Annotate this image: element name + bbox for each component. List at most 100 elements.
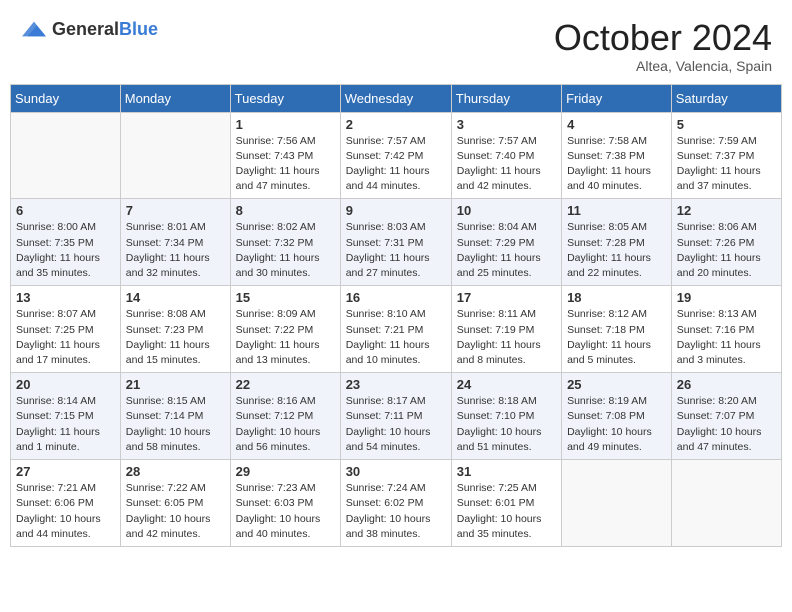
calendar-day-cell: [671, 460, 781, 547]
calendar-day-cell: 21 Sunrise: 8:15 AM Sunset: 7:14 PM Dayli…: [120, 373, 230, 460]
day-info: Sunrise: 8:19 AM Sunset: 7:08 PM Dayligh…: [567, 394, 666, 455]
day-info: Sunrise: 8:12 AM Sunset: 7:18 PM Dayligh…: [567, 307, 666, 368]
day-header-tuesday: Tuesday: [230, 84, 340, 112]
calendar-day-cell: 17Sunrise: 8:11 AM Sunset: 7:19 PM Dayli…: [451, 286, 561, 373]
day-info: Sunrise: 8:16 AM Sunset: 7:12 PM Dayligh…: [236, 394, 335, 455]
day-info: Sunrise: 7:59 AM Sunset: 7:37 PM Dayligh…: [677, 134, 776, 195]
month-title: October 2024: [554, 18, 772, 58]
day-number: 1: [236, 117, 335, 132]
title-area: October 2024 Altea, Valencia, Spain: [554, 18, 772, 74]
day-number: 31: [457, 464, 556, 479]
calendar-day-cell: 9 Sunrise: 8:03 AM Sunset: 7:31 PM Daylig…: [340, 199, 451, 286]
page-header: GeneralBlue October 2024 Altea, Valencia…: [10, 10, 782, 78]
day-info: Sunrise: 8:09 AM Sunset: 7:22 PM Dayligh…: [236, 307, 335, 368]
calendar-day-cell: 20 Sunrise: 8:14 AM Sunset: 7:15 PM Dayli…: [11, 373, 121, 460]
day-number: 4: [567, 117, 666, 132]
day-number: 13: [16, 290, 115, 305]
day-info: Sunrise: 7:57 AM Sunset: 7:42 PM Dayligh…: [346, 134, 446, 195]
day-number: 7: [126, 203, 225, 218]
day-info: Sunrise: 8:18 AM Sunset: 7:10 PM Dayligh…: [457, 394, 556, 455]
calendar-day-cell: 28Sunrise: 7:22 AM Sunset: 6:05 PM Dayli…: [120, 460, 230, 547]
day-info: Sunrise: 8:10 AM Sunset: 7:21 PM Dayligh…: [346, 307, 446, 368]
day-number: 21: [126, 377, 225, 392]
day-header-wednesday: Wednesday: [340, 84, 451, 112]
day-number: 23: [346, 377, 446, 392]
day-info: Sunrise: 8:06 AM Sunset: 7:26 PM Dayligh…: [677, 220, 776, 281]
calendar-day-cell: 11 Sunrise: 8:05 AM Sunset: 7:28 PM Dayli…: [562, 199, 672, 286]
day-info: Sunrise: 8:01 AM Sunset: 7:34 PM Dayligh…: [126, 220, 225, 281]
day-info: Sunrise: 8:03 AM Sunset: 7:31 PM Dayligh…: [346, 220, 446, 281]
day-number: 14: [126, 290, 225, 305]
calendar-day-cell: 18 Sunrise: 8:12 AM Sunset: 7:18 PM Dayli…: [562, 286, 672, 373]
day-number: 30: [346, 464, 446, 479]
calendar-day-cell: 1 Sunrise: 7:56 AM Sunset: 7:43 PM Daylig…: [230, 112, 340, 199]
calendar-day-cell: 12 Sunrise: 8:06 AM Sunset: 7:26 PM Dayli…: [671, 199, 781, 286]
day-number: 24: [457, 377, 556, 392]
calendar-day-cell: 30 Sunrise: 7:24 AM Sunset: 6:02 PM Dayli…: [340, 460, 451, 547]
day-info: Sunrise: 7:57 AM Sunset: 7:40 PM Dayligh…: [457, 134, 556, 195]
day-number: 28: [126, 464, 225, 479]
calendar-day-cell: 2 Sunrise: 7:57 AM Sunset: 7:42 PM Daylig…: [340, 112, 451, 199]
day-info: Sunrise: 8:02 AM Sunset: 7:32 PM Dayligh…: [236, 220, 335, 281]
calendar-day-cell: 29Sunrise: 7:23 AM Sunset: 6:03 PM Dayli…: [230, 460, 340, 547]
calendar-day-cell: 13 Sunrise: 8:07 AM Sunset: 7:25 PM Dayli…: [11, 286, 121, 373]
day-info: Sunrise: 8:11 AM Sunset: 7:19 PM Dayligh…: [457, 307, 556, 368]
day-number: 25: [567, 377, 666, 392]
day-number: 9: [346, 203, 446, 218]
day-number: 10: [457, 203, 556, 218]
day-info: Sunrise: 7:56 AM Sunset: 7:43 PM Dayligh…: [236, 134, 335, 195]
day-info: Sunrise: 7:25 AM Sunset: 6:01 PM Dayligh…: [457, 481, 556, 542]
calendar-week-row: 1 Sunrise: 7:56 AM Sunset: 7:43 PM Daylig…: [11, 112, 782, 199]
day-info: Sunrise: 8:08 AM Sunset: 7:23 PM Dayligh…: [126, 307, 225, 368]
calendar-week-row: 27Sunrise: 7:21 AM Sunset: 6:06 PM Dayli…: [11, 460, 782, 547]
day-info: Sunrise: 8:00 AM Sunset: 7:35 PM Dayligh…: [16, 220, 115, 281]
calendar-header-row: SundayMondayTuesdayWednesdayThursdayFrid…: [11, 84, 782, 112]
day-info: Sunrise: 8:05 AM Sunset: 7:28 PM Dayligh…: [567, 220, 666, 281]
calendar-week-row: 20 Sunrise: 8:14 AM Sunset: 7:15 PM Dayli…: [11, 373, 782, 460]
calendar-table: SundayMondayTuesdayWednesdayThursdayFrid…: [10, 84, 782, 547]
day-header-friday: Friday: [562, 84, 672, 112]
calendar-week-row: 6 Sunrise: 8:00 AM Sunset: 7:35 PM Daylig…: [11, 199, 782, 286]
day-info: Sunrise: 8:13 AM Sunset: 7:16 PM Dayligh…: [677, 307, 776, 368]
day-number: 18: [567, 290, 666, 305]
logo-general: General: [52, 19, 119, 39]
day-number: 12: [677, 203, 776, 218]
day-number: 2: [346, 117, 446, 132]
day-header-saturday: Saturday: [671, 84, 781, 112]
calendar-day-cell: 6 Sunrise: 8:00 AM Sunset: 7:35 PM Daylig…: [11, 199, 121, 286]
calendar-day-cell: 24 Sunrise: 8:18 AM Sunset: 7:10 PM Dayli…: [451, 373, 561, 460]
calendar-day-cell: 15Sunrise: 8:09 AM Sunset: 7:22 PM Dayli…: [230, 286, 340, 373]
day-info: Sunrise: 8:15 AM Sunset: 7:14 PM Dayligh…: [126, 394, 225, 455]
calendar-day-cell: 27Sunrise: 7:21 AM Sunset: 6:06 PM Dayli…: [11, 460, 121, 547]
day-number: 3: [457, 117, 556, 132]
calendar-day-cell: 8Sunrise: 8:02 AM Sunset: 7:32 PM Daylig…: [230, 199, 340, 286]
calendar-week-row: 13 Sunrise: 8:07 AM Sunset: 7:25 PM Dayli…: [11, 286, 782, 373]
calendar-day-cell: 4 Sunrise: 7:58 AM Sunset: 7:38 PM Daylig…: [562, 112, 672, 199]
location-subtitle: Altea, Valencia, Spain: [554, 58, 772, 74]
day-number: 19: [677, 290, 776, 305]
logo: GeneralBlue: [20, 18, 158, 40]
day-info: Sunrise: 7:23 AM Sunset: 6:03 PM Dayligh…: [236, 481, 335, 542]
day-info: Sunrise: 7:24 AM Sunset: 6:02 PM Dayligh…: [346, 481, 446, 542]
calendar-day-cell: 16 Sunrise: 8:10 AM Sunset: 7:21 PM Dayli…: [340, 286, 451, 373]
calendar-day-cell: 31 Sunrise: 7:25 AM Sunset: 6:01 PM Dayli…: [451, 460, 561, 547]
day-info: Sunrise: 8:07 AM Sunset: 7:25 PM Dayligh…: [16, 307, 115, 368]
calendar-day-cell: 19 Sunrise: 8:13 AM Sunset: 7:16 PM Dayli…: [671, 286, 781, 373]
day-number: 5: [677, 117, 776, 132]
day-number: 22: [236, 377, 335, 392]
calendar-day-cell: 5 Sunrise: 7:59 AM Sunset: 7:37 PM Daylig…: [671, 112, 781, 199]
day-number: 16: [346, 290, 446, 305]
day-number: 6: [16, 203, 115, 218]
day-info: Sunrise: 7:58 AM Sunset: 7:38 PM Dayligh…: [567, 134, 666, 195]
day-number: 26: [677, 377, 776, 392]
day-number: 20: [16, 377, 115, 392]
day-header-thursday: Thursday: [451, 84, 561, 112]
logo-blue: Blue: [119, 19, 158, 39]
day-header-monday: Monday: [120, 84, 230, 112]
calendar-day-cell: 25 Sunrise: 8:19 AM Sunset: 7:08 PM Dayli…: [562, 373, 672, 460]
day-info: Sunrise: 8:14 AM Sunset: 7:15 PM Dayligh…: [16, 394, 115, 455]
day-number: 11: [567, 203, 666, 218]
calendar-day-cell: [120, 112, 230, 199]
day-info: Sunrise: 8:20 AM Sunset: 7:07 PM Dayligh…: [677, 394, 776, 455]
calendar-day-cell: 23Sunrise: 8:17 AM Sunset: 7:11 PM Dayli…: [340, 373, 451, 460]
